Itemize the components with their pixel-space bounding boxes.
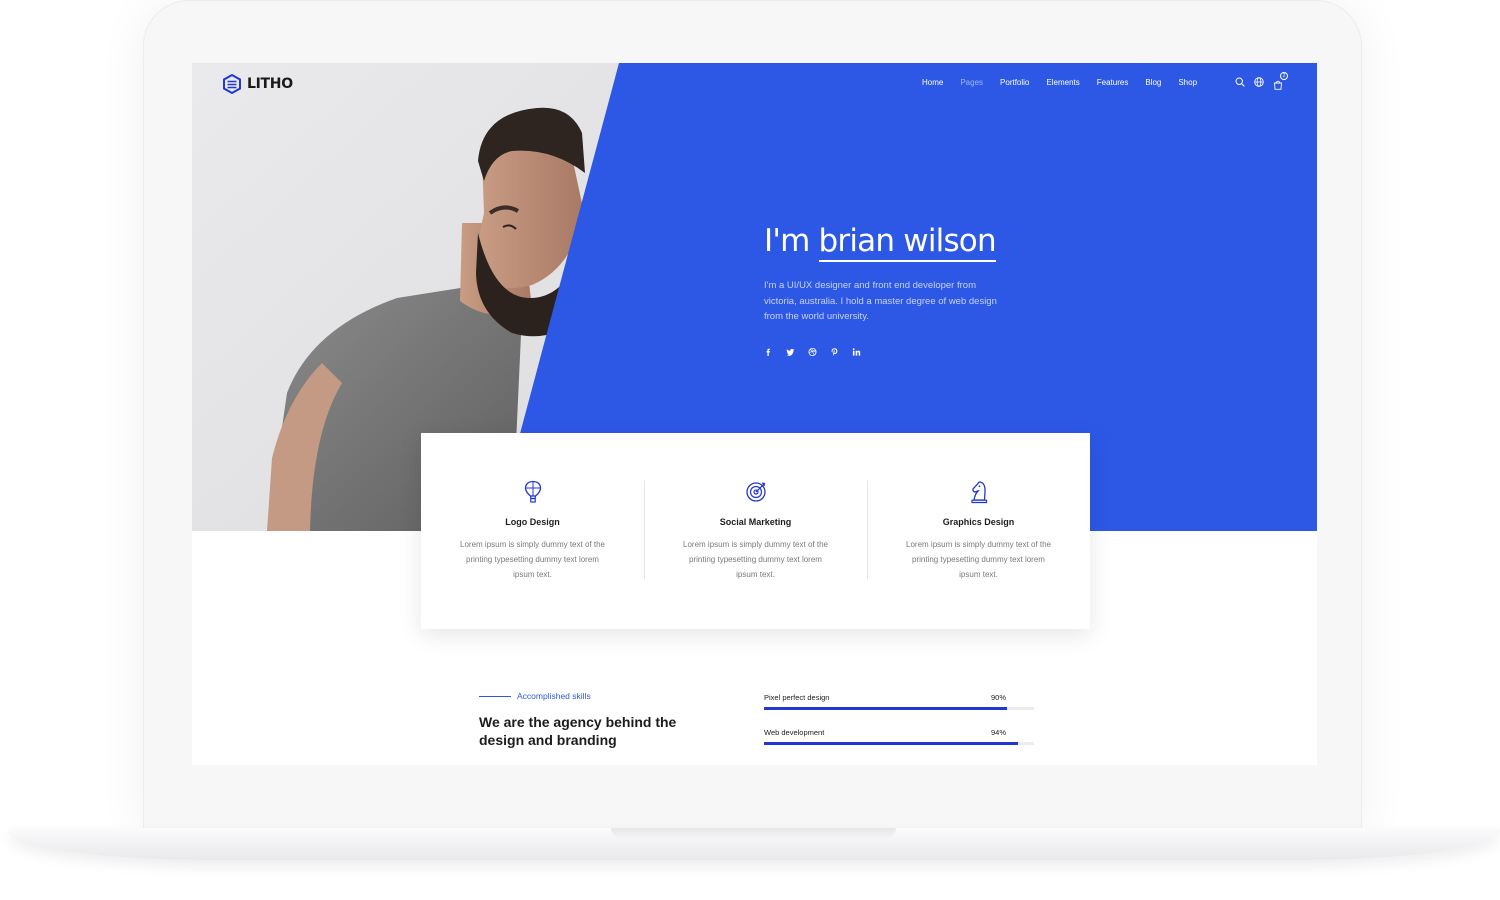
skill-progress-track xyxy=(764,707,1034,710)
logo-text: LITHO xyxy=(247,76,293,92)
service-description: Lorem ipsum is simply dummy text of the … xyxy=(683,540,828,579)
nav-shop[interactable]: Shop xyxy=(1178,78,1197,87)
skills-heading: We are the agency behind the design and … xyxy=(479,714,677,748)
cart-button[interactable]: 2 xyxy=(1273,72,1288,90)
nav-elements[interactable]: Elements xyxy=(1046,78,1079,87)
social-links xyxy=(764,347,861,357)
linkedin-icon[interactable] xyxy=(852,347,861,357)
logo-cube-icon xyxy=(223,74,241,94)
hero-title: I'm brian wilson xyxy=(764,223,997,262)
skill-percent: 94% xyxy=(990,728,1006,737)
nav-blog[interactable]: Blog xyxy=(1145,78,1161,87)
logo[interactable]: LITHO xyxy=(222,73,293,95)
skill-item: Pixel perfect design 90% xyxy=(764,693,1034,710)
skills-eyebrow: Accomplished skills xyxy=(479,691,591,701)
skill-progress-fill xyxy=(764,742,1018,745)
chess-knight-icon xyxy=(971,481,988,504)
nav-pages[interactable]: Pages xyxy=(960,78,983,87)
skill-progress-fill xyxy=(764,707,1007,710)
skill-percent: 90% xyxy=(990,693,1006,702)
service-title: Graphics Design xyxy=(942,517,1015,527)
hero-name[interactable]: brian wilson xyxy=(818,223,997,262)
globe-icon[interactable] xyxy=(1254,77,1264,87)
facebook-icon[interactable] xyxy=(764,347,773,357)
nav-home[interactable]: Home xyxy=(922,78,943,87)
cart-count-badge: 2 xyxy=(1280,72,1288,80)
header-icons: 2 xyxy=(1235,72,1288,90)
service-description: Lorem ipsum is simply dummy text of the … xyxy=(460,540,605,579)
twitter-icon[interactable] xyxy=(786,347,795,357)
cart-icon xyxy=(1274,80,1282,90)
skill-progress-track xyxy=(764,742,1034,745)
pinterest-icon[interactable] xyxy=(830,347,839,357)
skill-label: Web development xyxy=(764,728,825,737)
service-description: Lorem ipsum is simply dummy text of the … xyxy=(906,540,1051,579)
main-nav: Home Pages Portfolio Elements Features B… xyxy=(922,78,1197,87)
eyebrow-line xyxy=(479,695,511,697)
website-screen: LITHO Home Pages Portfolio Elements Feat… xyxy=(192,63,1317,765)
laptop-notch xyxy=(611,828,896,838)
skill-label: Pixel perfect design xyxy=(764,693,830,702)
services-card: Logo Design Lorem ipsum is simply dummy … xyxy=(421,433,1090,629)
service-title: Logo Design xyxy=(505,517,560,527)
dribbble-icon[interactable] xyxy=(808,347,817,357)
nav-portfolio[interactable]: Portfolio xyxy=(1000,78,1029,87)
skills-eyebrow-text: Accomplished skills xyxy=(517,691,591,701)
target-icon xyxy=(746,482,766,502)
hero-description: I'm a UI/UX designer and front end devel… xyxy=(764,280,997,322)
service-item: Social Marketing Lorem ipsum is simply d… xyxy=(644,433,867,629)
service-title: Social Marketing xyxy=(719,517,792,527)
hot-air-balloon-icon xyxy=(524,480,542,503)
search-icon[interactable] xyxy=(1235,77,1245,87)
nav-features[interactable]: Features xyxy=(1097,78,1129,87)
skill-item: Web development 94% xyxy=(764,728,1034,745)
service-item: Logo Design Lorem ipsum is simply dummy … xyxy=(421,433,644,629)
service-item: Graphics Design Lorem ipsum is simply du… xyxy=(867,433,1090,629)
hero-greeting: I'm xyxy=(764,223,810,259)
